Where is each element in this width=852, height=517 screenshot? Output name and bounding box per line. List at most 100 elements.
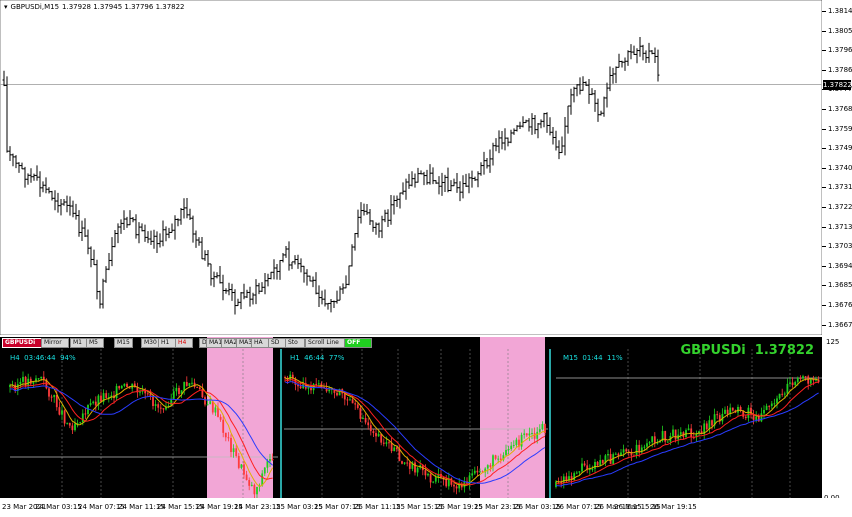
time-tick-label: 25 Mar 11:15: [354, 503, 401, 511]
session-highlight: [207, 337, 273, 498]
candlestick-chart[interactable]: [0, 0, 823, 336]
candle-body: [791, 382, 794, 386]
candle-body: [536, 431, 539, 439]
price-tick-mark: [822, 285, 826, 287]
candle-body: [126, 383, 128, 388]
candle-body: [120, 385, 123, 389]
candle-body: [94, 401, 97, 406]
candle-body: [575, 472, 578, 474]
candle-body: [724, 409, 726, 414]
session-highlight: [480, 337, 545, 498]
panel-timeframe: M15: [563, 354, 578, 362]
price-tick-label: 1.37035: [828, 242, 852, 251]
candle-body: [170, 398, 173, 406]
candle-body: [646, 443, 648, 447]
candle-body: [146, 393, 149, 395]
candle-body: [269, 459, 271, 462]
candle-body: [752, 414, 755, 420]
candle-body: [672, 429, 674, 436]
toolbar-button-mirror[interactable]: Mirror: [41, 338, 69, 348]
panel-timeframe: H1: [290, 354, 300, 362]
panel-timer: 01:44: [582, 354, 603, 362]
price-tick-label: 1.37590: [828, 124, 852, 133]
candle-body: [250, 484, 253, 486]
candle-body: [61, 410, 63, 415]
toolbar-button-gbpusdi[interactable]: GBPUSDi: [2, 338, 44, 348]
panel-h1-info: H1 46:44 77%: [290, 354, 344, 362]
symbol-timeframe: GBPUSDi,M15: [10, 3, 60, 11]
candle-body: [263, 467, 266, 474]
candle-body: [408, 462, 411, 469]
candle-body: [248, 480, 251, 486]
candle-body: [541, 423, 544, 430]
candle-body: [809, 379, 812, 384]
candle-body: [356, 404, 359, 409]
candle-body: [432, 481, 435, 483]
price-tick-label: 1.37315: [828, 183, 852, 192]
candle-body: [531, 432, 533, 434]
candle-body: [398, 449, 401, 462]
candle-body: [63, 410, 66, 424]
candle-body: [32, 381, 35, 384]
candle-body: [773, 403, 776, 405]
candle-body: [528, 433, 531, 436]
price-tick-label: 1.37680: [828, 105, 852, 113]
subpanel-charts[interactable]: [0, 337, 822, 499]
time-tick-label: 24 Mar 23:15: [234, 503, 281, 511]
time-axis[interactable]: 23 Mar 2021 24 Mar 03:15 24 Mar 07:15 24 Ma…: [0, 498, 852, 517]
subpanel-axis: 125 0.00: [822, 337, 852, 502]
toolbar-button-ha[interactable]: HA: [251, 338, 269, 348]
price-tick-label: 1.38050: [828, 26, 852, 35]
candle-body: [512, 445, 515, 447]
toolbar-button-h1[interactable]: H1: [158, 338, 176, 348]
panel-timeframe: H4: [10, 354, 20, 362]
candle-body: [507, 449, 510, 451]
candle-body: [159, 407, 162, 409]
candle-body: [81, 413, 84, 423]
dropdown-triangle-icon: ▾: [4, 3, 8, 11]
candle-body: [372, 431, 375, 434]
toolbar-button-m15[interactable]: M15: [114, 338, 133, 348]
candle-body: [499, 458, 502, 460]
candle-body: [178, 387, 180, 394]
candle-body: [222, 419, 225, 433]
toolbar-button-scroll-line[interactable]: Scroll Line: [305, 338, 345, 348]
price-tick-mark: [822, 207, 826, 208]
big-symbol: GBPUSDi: [680, 343, 746, 358]
candle-body: [235, 448, 238, 456]
candle-body: [747, 407, 750, 419]
ohlc-values: 1.37928 1.37945 1.37796 1.37822: [62, 3, 185, 11]
toolbar-button-sto[interactable]: Sto: [285, 338, 305, 348]
panel-m15-info: M15 01:44 11%: [563, 354, 623, 362]
candle-body: [778, 393, 781, 399]
candle-body: [515, 439, 518, 446]
candle-body: [390, 443, 393, 452]
candle-body: [679, 432, 682, 435]
toolbar-button-off[interactable]: OFF: [344, 338, 372, 348]
toolbar-button-m5[interactable]: M5: [86, 338, 104, 348]
candle-body: [523, 433, 526, 435]
candle-body: [510, 445, 513, 450]
candle-body: [152, 396, 154, 406]
candle-body: [71, 425, 74, 431]
candle-body: [37, 378, 40, 380]
candle-body: [614, 453, 617, 455]
main-price-chart[interactable]: [0, 0, 823, 336]
multi-timeframe-panel[interactable]: GBPUSDiMirrorM1M5M15M30H1H4D1W1MNMA1MA2M…: [0, 337, 822, 499]
price-axis[interactable]: 1.381401.380501.379601.378651.377751.376…: [822, 0, 852, 335]
big-price: 1.37822: [754, 343, 814, 358]
candle-body: [434, 477, 437, 482]
candle-body: [209, 401, 212, 405]
candle-body: [206, 404, 209, 406]
candle-body: [253, 484, 256, 495]
price-tick-mark: [822, 50, 826, 52]
toolbar-button-h4[interactable]: H4: [175, 338, 193, 348]
candle-body: [245, 474, 248, 481]
candle-body: [643, 446, 646, 448]
candle-body: [414, 462, 416, 473]
candle-body: [664, 431, 667, 442]
toolbar-button-sd[interactable]: SD: [268, 338, 286, 348]
candle-body: [191, 382, 193, 384]
price-tick-mark: [822, 30, 826, 32]
candle-body: [188, 383, 191, 386]
